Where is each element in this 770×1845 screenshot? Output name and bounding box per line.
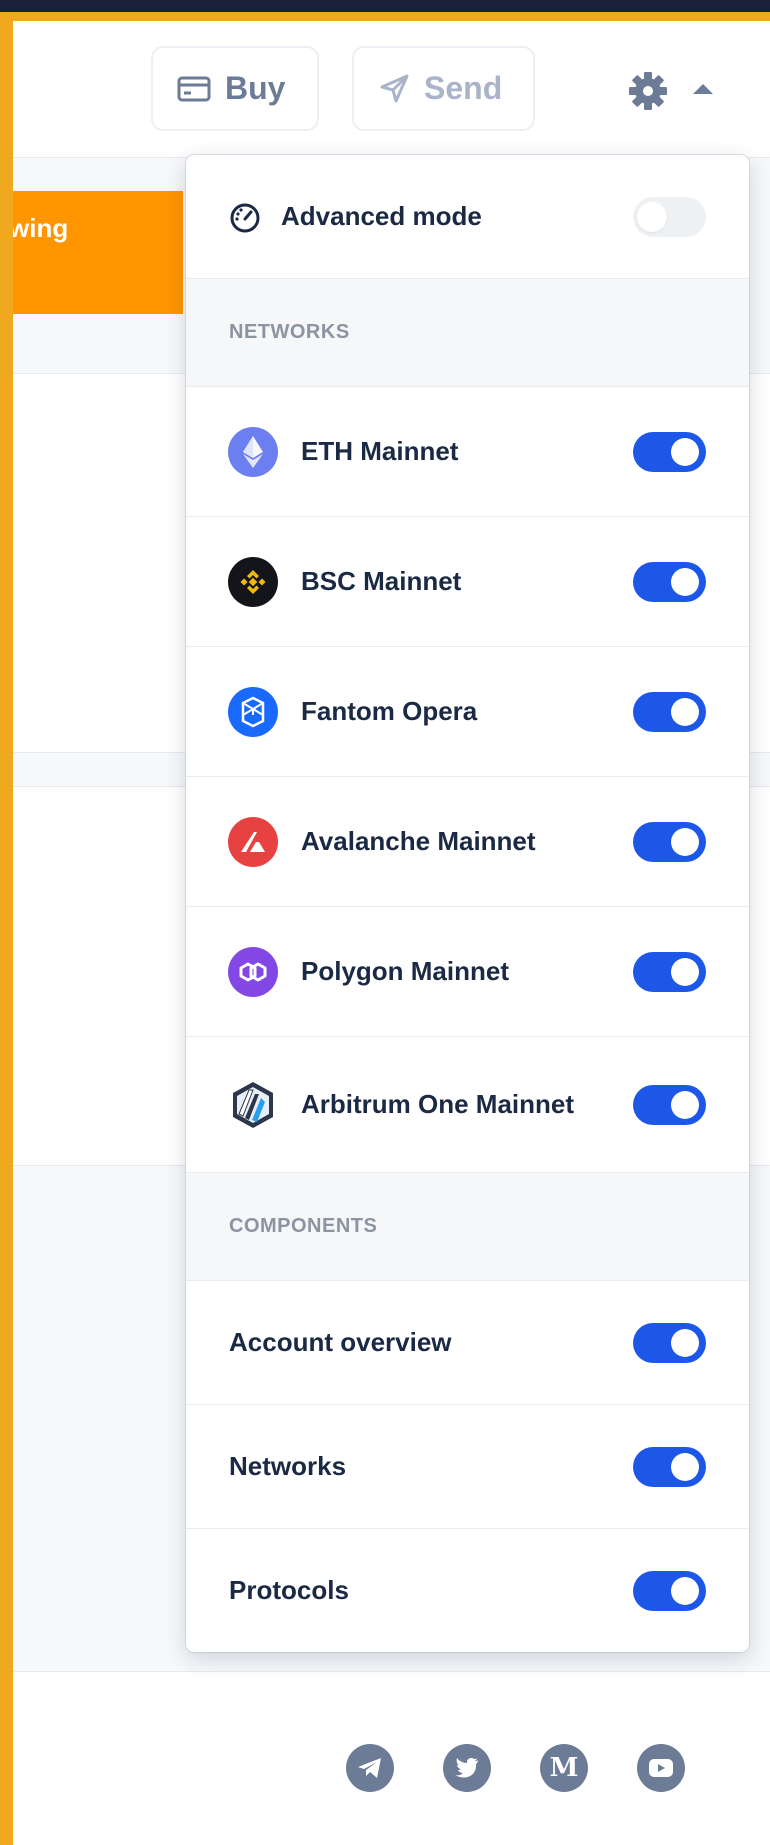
components-section-header: COMPONENTS [186, 1173, 749, 1281]
advanced-mode-row[interactable]: Advanced mode [186, 155, 749, 279]
network-row-fantom[interactable]: Fantom Opera [186, 647, 749, 777]
toggle-knob [671, 568, 699, 596]
settings-dropdown: Advanced mode NETWORKS ETH Mainnet BSC M… [186, 155, 749, 1652]
network-label: BSC Mainnet [301, 566, 462, 596]
fantom-toggle[interactable] [633, 692, 706, 732]
ethereum-icon [228, 427, 278, 477]
components-heading: COMPONENTS [229, 1215, 378, 1237]
network-row-avalanche[interactable]: Avalanche Mainnet [186, 777, 749, 907]
bsc-toggle[interactable] [633, 562, 706, 602]
networks-heading: NETWORKS [229, 321, 350, 343]
medium-icon[interactable]: M [540, 1744, 588, 1792]
notice-banner[interactable]: wing [13, 191, 183, 314]
component-label: Protocols [229, 1575, 349, 1605]
notice-banner-text: wing [13, 213, 69, 243]
buy-button[interactable]: Buy [151, 46, 319, 131]
network-row-bsc[interactable]: BSC Mainnet [186, 517, 749, 647]
toggle-knob [671, 1091, 699, 1119]
toggle-knob [671, 1453, 699, 1481]
arbitrum-toggle[interactable] [633, 1085, 706, 1125]
twitter-icon[interactable] [443, 1744, 491, 1792]
fantom-icon [228, 687, 278, 737]
send-icon [380, 74, 409, 102]
account-overview-toggle[interactable] [633, 1323, 706, 1363]
network-row-polygon[interactable]: Polygon Mainnet [186, 907, 749, 1037]
toggle-knob [671, 958, 699, 986]
advanced-mode-label: Advanced mode [281, 201, 482, 231]
toggle-knob [671, 1329, 699, 1357]
polygon-icon [228, 947, 278, 997]
network-label: Polygon Mainnet [301, 956, 509, 986]
network-row-eth[interactable]: ETH Mainnet [186, 387, 749, 517]
network-label: Fantom Opera [301, 696, 478, 726]
component-row-networks[interactable]: Networks [186, 1405, 749, 1529]
toggle-knob [671, 698, 699, 726]
polygon-toggle[interactable] [633, 952, 706, 992]
advanced-mode-toggle[interactable] [633, 197, 706, 237]
avalanche-icon [228, 817, 278, 867]
send-button[interactable]: Send [352, 46, 535, 131]
chevron-up-icon[interactable] [693, 84, 713, 94]
youtube-icon[interactable] [637, 1744, 685, 1792]
networks-toggle[interactable] [633, 1447, 706, 1487]
protocols-toggle[interactable] [633, 1571, 706, 1611]
footer: M [13, 1671, 770, 1845]
eth-toggle[interactable] [633, 432, 706, 472]
telegram-icon[interactable] [346, 1744, 394, 1792]
speedometer-icon [230, 203, 260, 233]
component-row-account-overview[interactable]: Account overview [186, 1281, 749, 1405]
binance-icon [228, 557, 278, 607]
component-row-protocols[interactable]: Protocols [186, 1529, 749, 1652]
toggle-knob [637, 202, 667, 232]
send-button-label: Send [424, 70, 503, 106]
network-label: Arbitrum One Mainnet [301, 1089, 575, 1119]
buy-button-label: Buy [225, 70, 286, 106]
component-label: Account overview [229, 1327, 452, 1357]
toggle-knob [671, 828, 699, 856]
network-label: Avalanche Mainnet [301, 826, 536, 856]
toggle-knob [671, 438, 699, 466]
gear-icon[interactable] [628, 71, 668, 111]
arbitrum-icon [228, 1080, 278, 1130]
component-label: Networks [229, 1451, 347, 1481]
networks-section-header: NETWORKS [186, 279, 749, 387]
network-label: ETH Mainnet [301, 436, 459, 466]
top-bar: Buy Send [13, 21, 770, 158]
avalanche-toggle[interactable] [633, 822, 706, 862]
credit-card-icon [177, 76, 211, 101]
toggle-knob [671, 1577, 699, 1605]
app-container: Buy Send wing M Advanced mode NETWORKS E… [13, 21, 770, 1845]
network-row-arbitrum[interactable]: Arbitrum One Mainnet [186, 1037, 749, 1173]
